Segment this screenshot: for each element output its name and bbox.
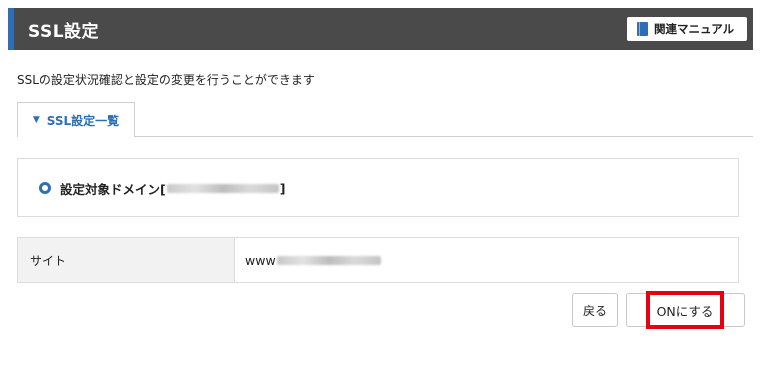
domain-label-prefix: 設定対象ドメイン[ — [60, 182, 166, 197]
page-title: SSL設定 — [28, 22, 100, 42]
site-value-cell: www — [235, 238, 738, 282]
chevron-down-icon: ▼ — [32, 115, 40, 125]
tab-ssl-list-label: SSL設定一覧 — [46, 113, 120, 128]
book-icon — [637, 22, 648, 36]
page-header: SSL設定 関連マニュアル — [8, 8, 753, 50]
domain-label: 設定対象ドメイン[ ] — [60, 179, 285, 198]
redacted-site-url — [276, 255, 381, 265]
related-manual-button[interactable]: 関連マニュアル — [627, 17, 747, 41]
back-button[interactable]: 戻る — [572, 293, 618, 327]
domain-label-suffix: ] — [279, 181, 286, 196]
site-value-prefix: www — [245, 252, 276, 268]
site-table: サイト www — [17, 237, 739, 283]
site-header-cell: サイト — [18, 238, 235, 282]
turn-on-button[interactable]: ONにする — [646, 291, 724, 329]
domain-panel: 設定対象ドメイン[ ] — [17, 158, 739, 217]
domain-radio-button[interactable] — [39, 182, 51, 194]
tab-ssl-list[interactable]: ▼ SSL設定一覧 — [17, 102, 135, 137]
related-manual-label: 関連マニュアル — [654, 22, 735, 36]
page-description: SSLの設定状況確認と設定の変更を行うことができます — [17, 73, 315, 87]
redacted-domain — [166, 184, 279, 193]
